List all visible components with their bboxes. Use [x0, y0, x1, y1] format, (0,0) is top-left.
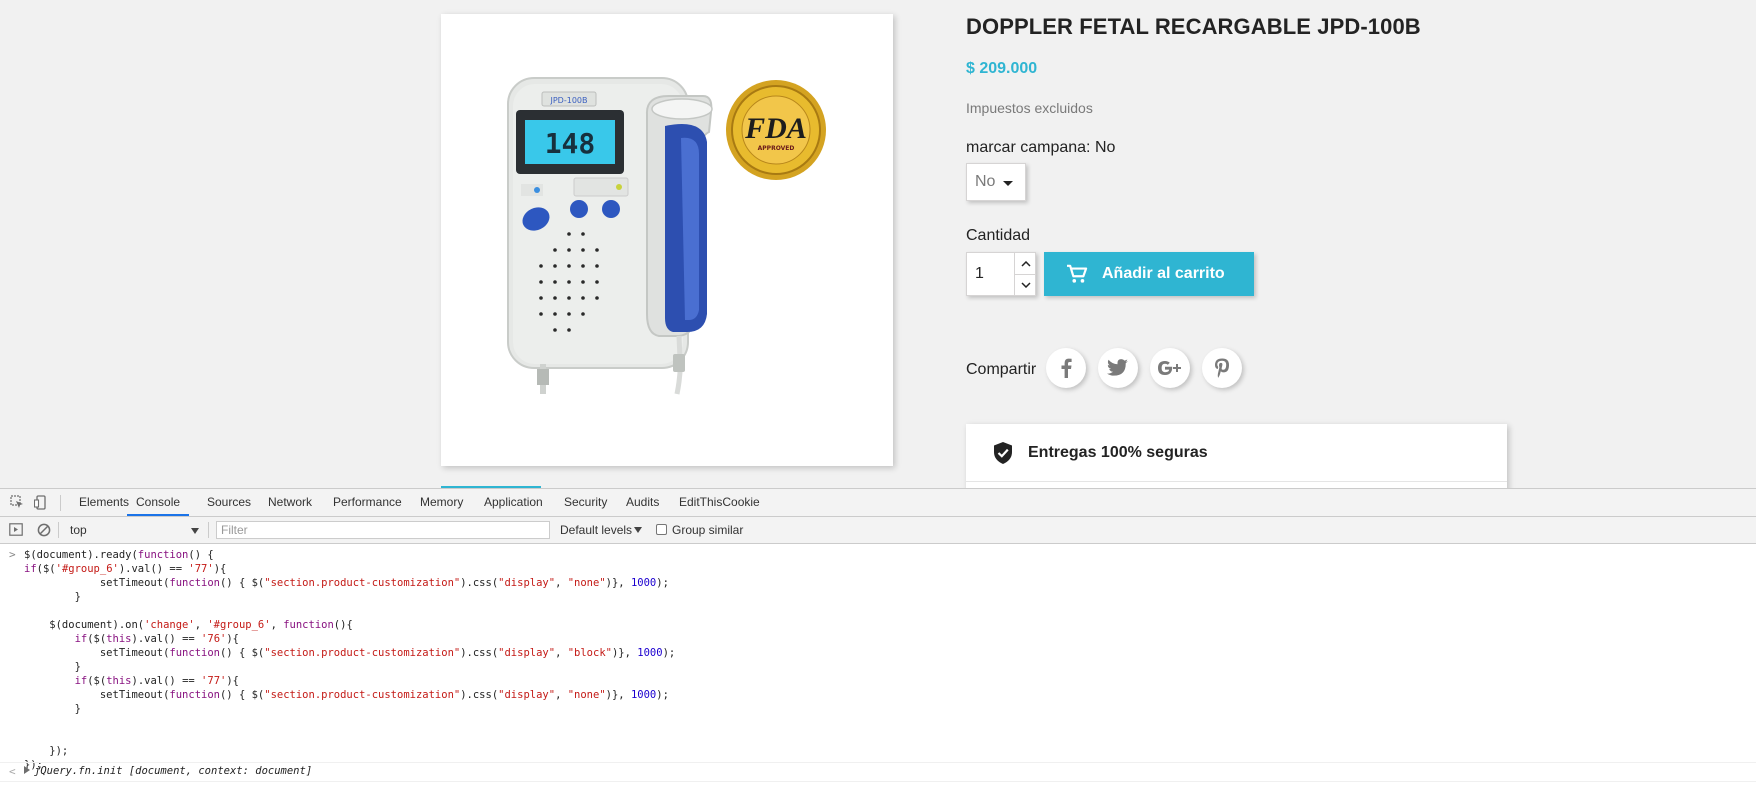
- clear-console-icon[interactable]: [37, 523, 51, 537]
- variant-select-value: No: [975, 173, 996, 190]
- tab-sources[interactable]: Sources: [207, 489, 251, 516]
- context-selector[interactable]: top: [70, 523, 87, 537]
- console-result-text: jQuery.fn.init [document, context: docum…: [34, 765, 313, 777]
- google-plus-icon: [1158, 361, 1181, 375]
- prompt-chevron-icon: >: [9, 548, 16, 561]
- console-divider: [0, 781, 1756, 782]
- add-to-cart-button[interactable]: Añadir al carrito: [1044, 252, 1254, 296]
- group-similar-checkbox[interactable]: [656, 524, 667, 535]
- twitter-icon: [1107, 359, 1128, 376]
- quantity-stepper: [966, 252, 1036, 296]
- facebook-share-button[interactable]: [1046, 348, 1086, 388]
- device-toolbar-icon[interactable]: [34, 495, 48, 510]
- quantity-input[interactable]: [967, 253, 1013, 295]
- triangle-down-icon: [191, 528, 199, 534]
- tab-application[interactable]: Application: [484, 489, 543, 516]
- devtools-panel: Elements Console Sources Network Perform…: [0, 488, 1756, 802]
- console-output: > $(document).ready(function() { if($('#…: [0, 544, 1756, 802]
- variant-label: marcar campana: No: [966, 139, 1116, 156]
- verified-shield-icon: [994, 441, 1012, 464]
- toolbar-divider: [58, 522, 59, 538]
- pinterest-icon: [1215, 358, 1229, 378]
- fda-seal: FDA APPROVED: [726, 80, 826, 180]
- tab-editthiscookie[interactable]: EditThisCookie: [679, 489, 760, 516]
- share-label: Compartir: [966, 361, 1037, 378]
- device-model-label: JPD-100B: [550, 96, 588, 105]
- doppler-device-image: JPD-100B 148 FDA APPROVED: [507, 77, 826, 395]
- console-filter-input[interactable]: [216, 521, 550, 539]
- caret-down-icon: [1003, 181, 1013, 186]
- group-similar-label: Group similar: [672, 523, 744, 537]
- devtools-tabbar: Elements Console Sources Network Perform…: [0, 489, 1756, 517]
- tab-memory[interactable]: Memory: [420, 489, 463, 516]
- tab-audits[interactable]: Audits: [626, 489, 659, 516]
- variant-select[interactable]: No: [966, 163, 1026, 201]
- pinterest-share-button[interactable]: [1202, 348, 1242, 388]
- console-result-row[interactable]: < jQuery.fn.init [document, context: doc…: [0, 762, 1756, 780]
- tab-console[interactable]: Console: [127, 489, 190, 516]
- product-price: $ 209.000: [966, 60, 1038, 77]
- result-chevron-icon: <: [9, 765, 16, 778]
- quantity-label: Cantidad: [966, 227, 1031, 244]
- google-plus-share-button[interactable]: [1150, 348, 1190, 388]
- product-page: JPD-100B 148 FDA APPROVED DOPPLER FETAL …: [0, 0, 1756, 488]
- product-image[interactable]: JPD-100B 148 FDA APPROVED: [441, 14, 893, 466]
- chevron-up-icon[interactable]: [1014, 253, 1036, 275]
- expand-triangle-icon[interactable]: [24, 766, 30, 774]
- shopping-cart-icon: [1067, 264, 1088, 283]
- tab-security[interactable]: Security: [564, 489, 607, 516]
- reassurance-block: Entregas 100% seguras: [966, 424, 1507, 488]
- facebook-icon: [1061, 358, 1072, 378]
- tabbar-divider: [60, 495, 61, 511]
- toolbar-divider: [208, 522, 209, 538]
- tab-elements[interactable]: Elements: [79, 489, 129, 516]
- product-title: DOPPLER FETAL RECARGABLE JPD-100B: [966, 14, 1421, 39]
- add-to-cart-label: Añadir al carrito: [1102, 265, 1225, 282]
- inspect-element-icon[interactable]: [10, 495, 24, 509]
- tab-network[interactable]: Network: [268, 489, 312, 516]
- twitter-share-button[interactable]: [1098, 348, 1138, 388]
- reassurance-item: Entregas 100% seguras: [966, 424, 1507, 482]
- console-sidebar-icon[interactable]: [9, 523, 23, 536]
- log-levels-dropdown[interactable]: Default levels: [560, 523, 632, 537]
- tab-performance[interactable]: Performance: [333, 489, 402, 516]
- console-toolbar: top Default levels Group similar: [0, 517, 1756, 544]
- fda-seal-sub: APPROVED: [758, 145, 795, 152]
- device-reading: 148: [545, 127, 596, 160]
- fda-seal-text: FDA: [744, 112, 807, 145]
- console-input-code: $(document).ready(function() { if($('#gr…: [24, 549, 676, 771]
- reassurance-label: Entregas 100% seguras: [1028, 443, 1208, 461]
- tax-note: Impuestos excluidos: [966, 100, 1093, 116]
- chevron-down-icon[interactable]: [1014, 274, 1036, 295]
- triangle-down-icon: [634, 527, 642, 533]
